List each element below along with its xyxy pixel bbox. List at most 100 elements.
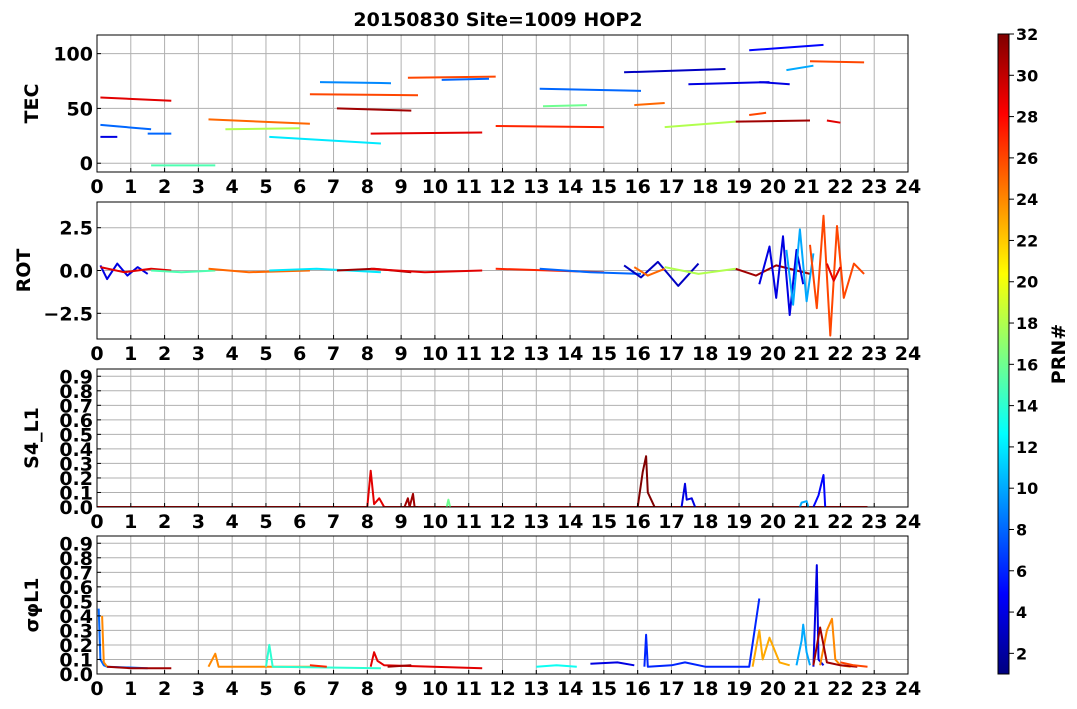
x-tick-label: 6: [293, 176, 306, 198]
x-tick-label: 1: [124, 176, 137, 198]
x-tick-label: 8: [361, 343, 374, 365]
colorbar-tick-label: 22: [1016, 231, 1038, 250]
series-line-prn4: [688, 81, 770, 86]
colorbar-tick-label: 12: [1016, 438, 1038, 457]
series-line-prn29: [369, 651, 483, 670]
x-tick-label: 7: [327, 678, 340, 700]
series-line-prn16: [445, 498, 452, 507]
series-line-prn29: [370, 131, 483, 135]
series-line-prn4: [590, 661, 635, 667]
x-tick-label: 20: [760, 343, 786, 365]
x-tick-label: 1: [124, 511, 137, 533]
y-tick-label: 0.0: [59, 261, 93, 283]
x-tick-label: 24: [895, 343, 921, 365]
series-line-prn29: [100, 96, 172, 102]
x-tick-label: 23: [861, 176, 887, 198]
x-tick-label: 18: [692, 678, 718, 700]
x-tick-label: 20: [760, 678, 786, 700]
series-line-prn8: [100, 123, 152, 131]
x-tick-label: 5: [259, 176, 272, 198]
x-tick-label: 10: [422, 678, 448, 700]
series-line-prn29: [97, 469, 868, 507]
colorbar-ticks: 2468101214161820222426283032: [1009, 25, 1038, 663]
panel-sigma_phi: 0 1 2 3 4 5 6 7 8 9 10 11 12 13 14 15 16 17 18 19 20 21 22 23 24…: [21, 533, 921, 700]
x-tick-label: 2: [158, 678, 171, 700]
x-tick-label: 14: [557, 343, 583, 365]
series-line-prn8: [441, 77, 490, 81]
panel-TEC: 0 1 2 3 4 5 6 7 8 9 10 11 12 13 14 15 16 17 18 19 20 21 22 23 24…: [21, 34, 921, 198]
x-tick-label: 6: [293, 511, 306, 533]
chart-title: 20150830 Site=1009 HOP2: [353, 9, 642, 31]
panel-S4: 0 1 2 3 4 5 6 7 8 9 10 11 12 13 14 15 16 17 18 19 20 21 22 23 24…: [21, 366, 921, 533]
colorbar-tick-label: 8: [1016, 520, 1027, 539]
x-tick-label: 19: [726, 176, 752, 198]
series-line-prn10: [786, 64, 814, 72]
x-tick-label: 16: [624, 511, 650, 533]
series-group: [100, 43, 865, 167]
x-tick-label: 23: [861, 678, 887, 700]
series-line-prn31: [403, 492, 418, 507]
y-tick-label: 2.5: [59, 218, 93, 240]
series-group: [97, 564, 868, 670]
x-tick-label: 13: [523, 678, 549, 700]
colorbar-tick-label: 18: [1016, 314, 1038, 333]
series-line-prn23: [751, 629, 790, 667]
x-tick-label: 20: [760, 176, 786, 198]
y-axis-label: σφL1: [21, 578, 43, 633]
series-line-prn3: [624, 68, 726, 74]
x-tick-label: 10: [422, 511, 448, 533]
x-tick-label: 14: [557, 678, 583, 700]
series-line-prn26: [749, 111, 767, 116]
x-tick-label: 15: [591, 678, 617, 700]
x-tick-label: 22: [827, 176, 853, 198]
x-tick-label: 2: [158, 176, 171, 198]
x-tick-label: 4: [226, 176, 239, 198]
x-tick-label: 22: [827, 678, 853, 700]
x-tick-label: 8: [361, 511, 374, 533]
x-tick-label: 4: [226, 343, 239, 365]
y-axis-label: S4_L1: [21, 407, 43, 469]
x-tick-label: 18: [692, 511, 718, 533]
panel-ROT: 0 1 2 3 4 5 6 7 8 9 10 11 12 13 14 15 16 17 18 19 20 21 22 23 24…: [13, 201, 921, 365]
series-line-prn18: [225, 127, 300, 131]
x-tick-label: 11: [455, 343, 481, 365]
x-tick-label: 13: [523, 511, 549, 533]
x-tick-label: 21: [793, 343, 819, 365]
x-tick-label: 17: [658, 343, 684, 365]
series-line-prn26: [309, 93, 419, 97]
series-line-prn14: [265, 643, 381, 670]
colorbar-tick-label: 2: [1016, 644, 1027, 663]
series-group: [99, 214, 865, 337]
x-tick-label: 10: [422, 176, 448, 198]
x-tick-label: 11: [455, 678, 481, 700]
x-tick-label: 4: [226, 678, 239, 700]
x-tick-label: 17: [658, 678, 684, 700]
x-tick-label: 3: [192, 176, 205, 198]
series-line-prn25: [208, 118, 310, 125]
y-tick-label: 0.9: [59, 366, 93, 388]
series-line-prn26: [407, 75, 496, 79]
series-line-prn31: [387, 664, 412, 668]
x-tick-label: 19: [726, 511, 752, 533]
colorbar-tick-label: 16: [1016, 355, 1038, 374]
series-line-prn29: [826, 119, 841, 124]
x-tick-label: 20: [760, 511, 786, 533]
series-line-prn12: [269, 135, 381, 145]
x-tick-label: 10: [422, 343, 448, 365]
x-tick-label: 21: [793, 176, 819, 198]
colorbar-tick-label: 24: [1016, 190, 1038, 209]
x-tick-label: 16: [624, 176, 650, 198]
x-tick-label: 7: [327, 176, 340, 198]
x-tick-label: 5: [259, 343, 272, 365]
figure: 20150830 Site=1009 HOP2 0 1 2 3 4 5 6 7 8 9 10 11 12…: [13, 9, 1070, 700]
x-tick-label: 9: [395, 343, 408, 365]
panels-group: 0 1 2 3 4 5 6 7 8 9 10 11 12 13 14 15 16 17 18 19 20 21 22 23 24…: [13, 34, 921, 700]
colorbar-tick-label: 32: [1016, 25, 1038, 44]
x-tick-label: 21: [793, 678, 819, 700]
series-line-prn4: [759, 81, 790, 86]
series-line-prn31: [735, 119, 811, 123]
x-tick-label: 17: [658, 176, 684, 198]
x-tick-label: 22: [827, 511, 853, 533]
x-tick-label: 16: [624, 343, 650, 365]
colorbar-tick-label: 6: [1016, 562, 1027, 581]
